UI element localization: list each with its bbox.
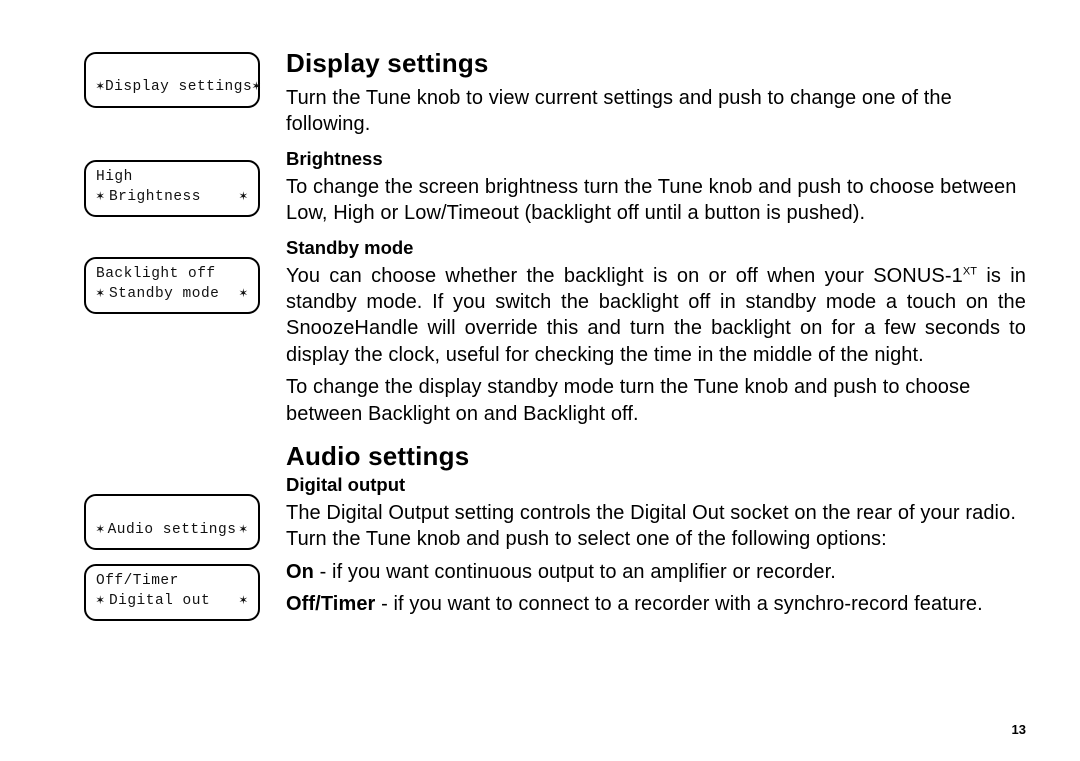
paragraph-digital: The Digital Output setting controls the … xyxy=(286,500,1026,553)
two-column-layout: ✶ Display settings ✶ High ✶ Brightness ✶… xyxy=(84,48,1026,623)
paragraph-intro: Turn the Tune knob to view current setti… xyxy=(286,85,1026,138)
text-bold: On xyxy=(286,561,314,583)
lcd-brightness: High ✶ Brightness ✶ xyxy=(84,160,260,217)
heading-display-settings: Display settings xyxy=(286,48,1026,79)
text-superscript: XT xyxy=(963,265,977,277)
lcd-standby: Backlight off ✶ Standby mode ✶ xyxy=(84,257,260,314)
text-run: - if you want to connect to a recorder w… xyxy=(375,593,982,615)
text-run: - if you want continuous output to an am… xyxy=(314,561,836,583)
lcd-display-settings: ✶ Display settings ✶ xyxy=(84,52,260,108)
subheading-brightness: Brightness xyxy=(286,148,1026,170)
star-icon: ✶ xyxy=(239,523,248,537)
star-icon: ✶ xyxy=(96,287,105,301)
lcd-line-top: Off/Timer xyxy=(96,572,248,592)
lcd-digital-out: Off/Timer ✶ Digital out ✶ xyxy=(84,564,260,621)
lcd-column: ✶ Display settings ✶ High ✶ Brightness ✶… xyxy=(84,48,274,621)
paragraph-standby-1: You can choose whether the backlight is … xyxy=(286,263,1026,369)
text-column: Display settings Turn the Tune knob to v… xyxy=(286,48,1026,623)
lcd-text: Display settings xyxy=(105,78,252,98)
text-bold: Off/Timer xyxy=(286,593,375,615)
subheading-standby: Standby mode xyxy=(286,237,1026,259)
subheading-digital-output: Digital output xyxy=(286,474,1026,496)
star-icon: ✶ xyxy=(96,190,105,204)
star-icon: ✶ xyxy=(96,523,105,537)
paragraph-off-timer: Off/Timer - if you want to connect to a … xyxy=(286,591,1026,617)
text-run: You can choose whether the backlight is … xyxy=(286,265,963,287)
star-icon: ✶ xyxy=(96,594,105,608)
lcd-line-bottom: Standby mode xyxy=(109,285,219,305)
star-icon: ✶ xyxy=(96,80,105,94)
star-icon: ✶ xyxy=(252,80,261,94)
lcd-line-bottom: Digital out xyxy=(109,592,210,612)
lcd-audio-settings: ✶ Audio settings ✶ xyxy=(84,494,260,550)
manual-page: ✶ Display settings ✶ High ✶ Brightness ✶… xyxy=(0,0,1080,761)
star-icon: ✶ xyxy=(239,287,248,301)
star-icon: ✶ xyxy=(239,190,248,204)
heading-audio-settings: Audio settings xyxy=(286,441,1026,472)
star-icon: ✶ xyxy=(239,594,248,608)
paragraph-brightness: To change the screen brightness turn the… xyxy=(286,174,1026,227)
paragraph-standby-2: To change the display standby mode turn … xyxy=(286,374,1026,427)
lcd-line-top: Backlight off xyxy=(96,265,248,285)
lcd-line-bottom: Brightness xyxy=(109,188,201,208)
paragraph-on: On - if you want continuous output to an… xyxy=(286,559,1026,585)
lcd-line-top: High xyxy=(96,168,248,188)
lcd-text: Audio settings xyxy=(108,521,237,541)
page-number: 13 xyxy=(1012,722,1026,737)
